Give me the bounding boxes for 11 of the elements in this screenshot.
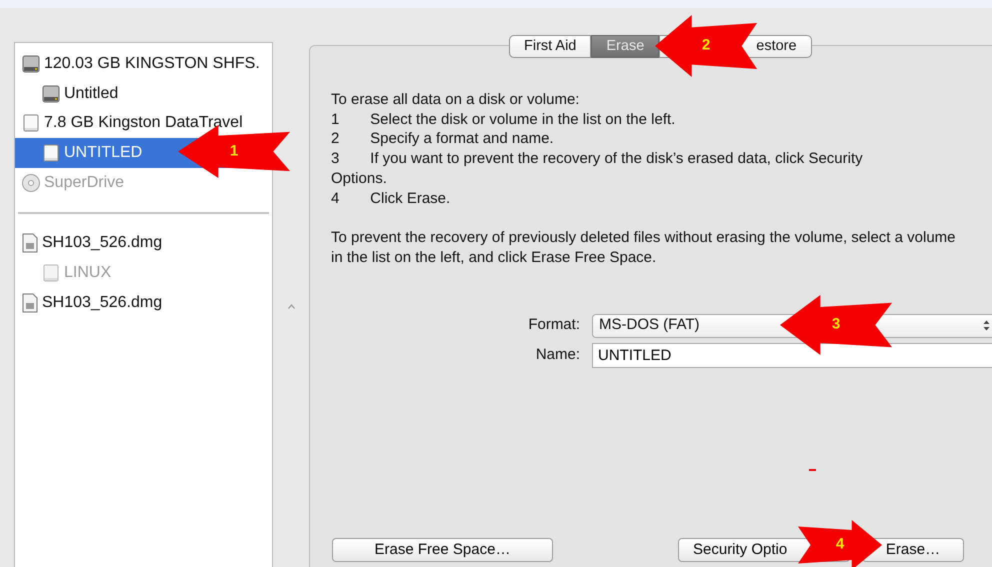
instructions-text: To prevent the recovery of previously deleted files without erasing the volume, select a volume in the list on the left, and click Erase Free Space. bbox=[331, 228, 956, 268]
instruction-step: 4 Click Erase. bbox=[331, 188, 916, 208]
name-label: Name: bbox=[534, 344, 580, 365]
instructions-text: To erase all data on a disk or volume: bbox=[331, 90, 580, 110]
format-label: Format: bbox=[527, 315, 580, 336]
annotation-number: 1 bbox=[230, 140, 238, 161]
annotation-number: 2 bbox=[702, 35, 710, 56]
instruction-step: 3 If you want to prevent the recovery of the disk’s erased data, click Security Options. bbox=[331, 149, 916, 189]
instruction-step: 2 Specify a format and name. bbox=[331, 129, 916, 150]
instruction-step: 1 Select the disk or volume in the list on the left. bbox=[331, 110, 916, 130]
annotation-number: 3 bbox=[832, 314, 840, 334]
